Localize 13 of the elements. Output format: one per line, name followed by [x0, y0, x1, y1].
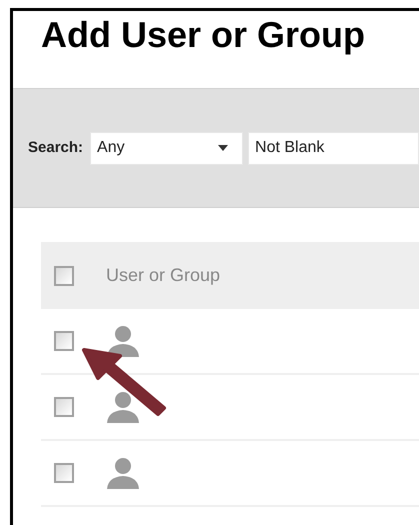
checkbox[interactable]	[54, 331, 74, 351]
person-icon	[106, 325, 140, 357]
caret-icon	[218, 145, 228, 151]
page-title: Add User or Group	[41, 17, 366, 53]
search-label: Search:	[28, 138, 84, 158]
checkbox[interactable]	[54, 463, 74, 483]
checkbox[interactable]	[54, 397, 74, 417]
condition-field[interactable]: Not Blank	[248, 132, 419, 164]
scope-dropdown[interactable]: Any	[90, 132, 244, 164]
person-icon	[106, 457, 140, 489]
checkbox[interactable]	[54, 266, 74, 286]
person-icon	[106, 391, 140, 423]
column-header: User or Group	[106, 264, 220, 287]
